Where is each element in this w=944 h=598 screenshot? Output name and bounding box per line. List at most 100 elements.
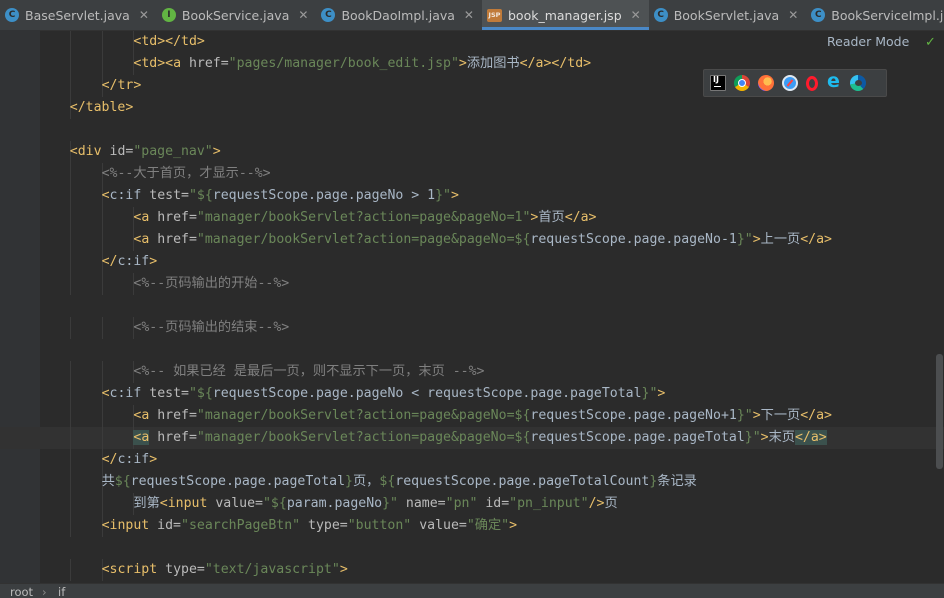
code-token: > <box>450 188 459 203</box>
code-token: </a> <box>800 232 832 247</box>
tab-baseservlet-java[interactable]: C BaseServlet.java ✕ <box>0 0 157 30</box>
code-line: <%--页码输出的结束--%> <box>0 317 944 339</box>
indent-guide <box>69 273 71 295</box>
class-file-icon: C <box>5 8 19 22</box>
code-token: 页， <box>353 474 380 489</box>
code-token: requestScope.page.pageTotalCount <box>395 474 650 489</box>
code-token: }" <box>736 232 753 247</box>
code-token: <a <box>133 430 150 445</box>
tab-bookservice-java[interactable]: I BookService.java ✕ <box>157 0 317 30</box>
code-token: <%--大于首页，才显示--%> <box>101 166 271 181</box>
internet-explorer-icon[interactable] <box>826 70 842 92</box>
edge-icon[interactable] <box>850 75 866 91</box>
code-token: c:if <box>109 188 150 203</box>
code-editor[interactable]: <td></td> <td><a href="pages/manager/book… <box>0 31 944 583</box>
code-token: "manager/bookServlet?action=page&pageNo=… <box>196 232 531 247</box>
code-text: <a href="manager/bookServlet?action=page… <box>133 229 832 251</box>
code-text: <%--页码输出的开始--%> <box>133 273 289 295</box>
code-line: <a href="manager/bookServlet?action=page… <box>0 405 944 427</box>
jsp-file-icon: JSP <box>486 8 502 22</box>
code-token: </ <box>101 452 118 467</box>
breadcrumb-item[interactable]: if <box>58 585 65 598</box>
code-token: 到第 <box>133 496 160 511</box>
intellij-idea-icon[interactable] <box>710 75 726 91</box>
code-token: 下一页 <box>760 408 801 423</box>
code-text: 共${requestScope.page.pageTotal}页，${reque… <box>102 471 697 493</box>
code-token: c:if <box>117 452 150 467</box>
close-icon[interactable]: ✕ <box>464 8 474 22</box>
code-line: <c:if test="${requestScope.page.pageNo >… <box>0 185 944 207</box>
code-token: </a> <box>794 430 827 445</box>
vertical-scrollbar[interactable] <box>936 354 943 469</box>
interface-file-icon: I <box>161 8 176 22</box>
code-token: <div <box>69 144 110 159</box>
code-token: <%--页码输出的结束--%> <box>133 320 290 335</box>
code-token: requestScope.page.pageNo < requestScope.… <box>212 386 642 401</box>
code-token: </a> <box>564 210 597 225</box>
code-token: type= <box>165 562 205 577</box>
code-text: <%--大于首页，才显示--%> <box>102 163 271 185</box>
indent-guide <box>101 317 103 339</box>
code-token: > <box>212 144 221 159</box>
code-token: 添加图书 <box>466 56 520 71</box>
code-token: /> <box>588 496 605 511</box>
chrome-icon[interactable] <box>734 75 750 91</box>
code-token: < <box>101 188 110 203</box>
open-in-browser-toolbar <box>703 69 887 97</box>
indent-guide <box>69 229 71 251</box>
indent-guide <box>69 383 71 405</box>
tab-book_manager-jsp[interactable]: JSP book_manager.jsp ✕ <box>481 0 649 30</box>
tab-label: BookServlet.java <box>673 7 780 23</box>
code-token: } <box>345 474 353 489</box>
indent-guide <box>101 427 103 449</box>
code-text: <a href="manager/bookServlet?action=page… <box>133 427 827 449</box>
code-token: href= <box>157 408 197 423</box>
code-token: </table> <box>69 100 134 115</box>
close-icon[interactable]: ✕ <box>139 8 149 22</box>
breadcrumb-item[interactable]: root <box>10 585 33 598</box>
indent-guide <box>69 31 71 53</box>
code-token: requestScope.page.pageTotal <box>530 430 745 445</box>
code-line: <td></td> <box>0 31 944 53</box>
indent-guide <box>101 361 103 383</box>
indent-guide <box>69 493 71 515</box>
code-line: <a href="manager/bookServlet?action=page… <box>0 229 944 251</box>
code-token: "pn" <box>445 496 478 511</box>
code-line: </table> <box>0 97 944 119</box>
code-token: requestScope.page.pageNo+1 <box>530 408 737 423</box>
close-icon[interactable]: ✕ <box>298 8 308 22</box>
code-token: > <box>657 386 666 401</box>
code-text: </c:if> <box>102 251 158 273</box>
tab-bookserviceimpl-java[interactable]: CBookServiceImpl.java✕ <box>806 0 944 30</box>
close-icon[interactable]: ✕ <box>788 8 798 22</box>
close-icon[interactable]: ✕ <box>631 8 641 22</box>
indent-guide <box>69 207 71 229</box>
code-token: 上一页 <box>760 232 801 247</box>
safari-icon[interactable] <box>782 75 798 91</box>
code-token: type= <box>300 518 348 533</box>
code-token: 共 <box>101 474 115 489</box>
tab-label: BookService.java <box>181 7 290 23</box>
indent-guide <box>101 273 103 295</box>
code-token: "text/javascript" <box>204 562 340 577</box>
class-file-icon: C <box>653 8 668 22</box>
code-token: 末页 <box>768 430 795 445</box>
code-line: <script type="text/javascript"> <box>0 559 944 581</box>
code-token: 条记录 <box>657 474 697 489</box>
code-token: test= <box>149 386 189 401</box>
indent-guide <box>101 229 103 251</box>
firefox-icon[interactable] <box>758 75 774 91</box>
indent-guide <box>69 251 71 273</box>
code-text: <div id="page_nav"> <box>70 141 221 163</box>
opera-icon[interactable] <box>806 75 818 91</box>
code-token: > <box>339 562 348 577</box>
code-line: <a href="manager/bookServlet?action=page… <box>0 207 944 229</box>
indent-guide <box>69 361 71 383</box>
code-token: "${ <box>188 188 213 203</box>
tab-bookdaoimpl-java[interactable]: C BookDaoImpl.java ✕ <box>316 0 482 30</box>
tab-bookservlet-java[interactable]: C BookServlet.java ✕ <box>649 0 807 30</box>
code-token: value= <box>411 518 467 533</box>
